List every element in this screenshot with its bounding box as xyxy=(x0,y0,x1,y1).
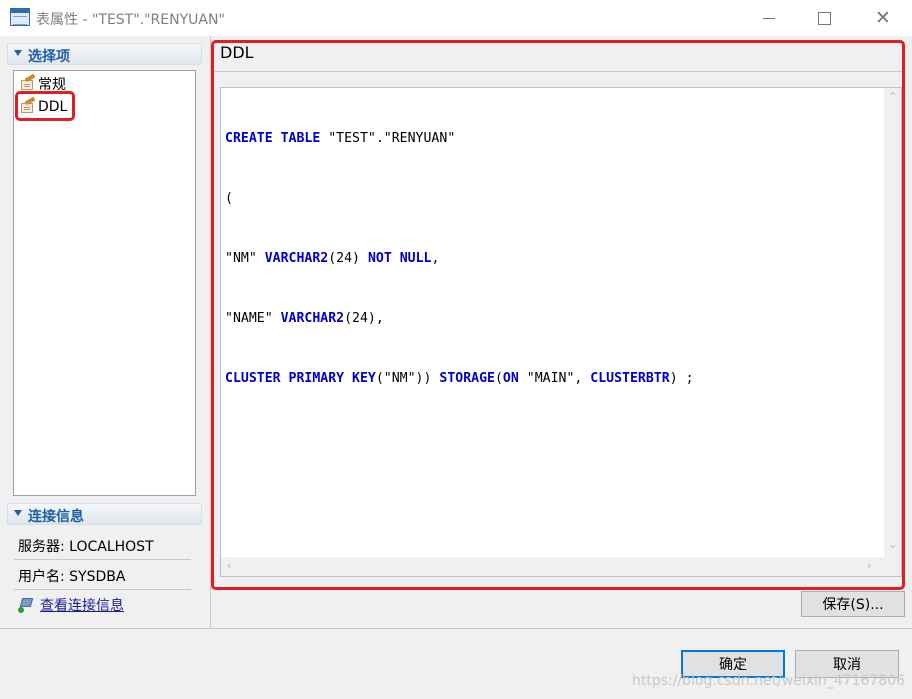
highlight-box-ddl-editor xyxy=(211,40,905,590)
table-icon xyxy=(10,8,30,26)
left-panel: 选择项 常规 DDL 连接信息 服务器: LOCALHOST 用户名: SYSD… xyxy=(0,36,210,628)
connection-section-header[interactable]: 连接信息 xyxy=(7,503,202,525)
collapse-triangle-icon xyxy=(14,510,22,516)
view-connection-info[interactable]: 查看连接信息 xyxy=(18,595,124,615)
minimize-icon xyxy=(763,18,775,19)
options-tree: 常规 DDL xyxy=(13,70,196,496)
highlight-box-ddl xyxy=(15,91,75,121)
collapse-triangle-icon xyxy=(14,50,22,56)
maximize-button[interactable] xyxy=(807,6,841,30)
save-button[interactable]: 保存(S)... xyxy=(801,591,905,617)
dialog-footer: 确定 取消 https://blog.csdn.net/weixin_47167… xyxy=(0,628,912,699)
divider xyxy=(14,559,191,560)
minimize-button[interactable] xyxy=(752,6,786,30)
options-section-label: 选择项 xyxy=(28,49,70,65)
window-title: 表属性 - "TEST"."RENYUAN" xyxy=(36,12,225,28)
options-section-header[interactable]: 选择项 xyxy=(7,43,202,65)
connection-icon xyxy=(18,597,34,613)
watermark: https://blog.csdn.net/weixin_47167806 xyxy=(632,673,906,689)
maximize-icon xyxy=(818,12,831,25)
right-panel: DDL CREATE TABLE "TEST"."RENYUAN" ( "NM"… xyxy=(210,36,912,628)
property-page-icon xyxy=(20,73,36,91)
view-connection-link[interactable]: 查看连接信息 xyxy=(40,595,124,615)
divider xyxy=(14,589,191,590)
server-info: 服务器: LOCALHOST xyxy=(18,539,154,555)
title-bar: 表属性 - "TEST"."RENYUAN" ✕ xyxy=(0,0,912,36)
connection-section-label: 连接信息 xyxy=(28,509,84,525)
close-icon: ✕ xyxy=(875,7,891,29)
user-info: 用户名: SYSDBA xyxy=(18,569,126,585)
close-button[interactable]: ✕ xyxy=(866,6,900,30)
